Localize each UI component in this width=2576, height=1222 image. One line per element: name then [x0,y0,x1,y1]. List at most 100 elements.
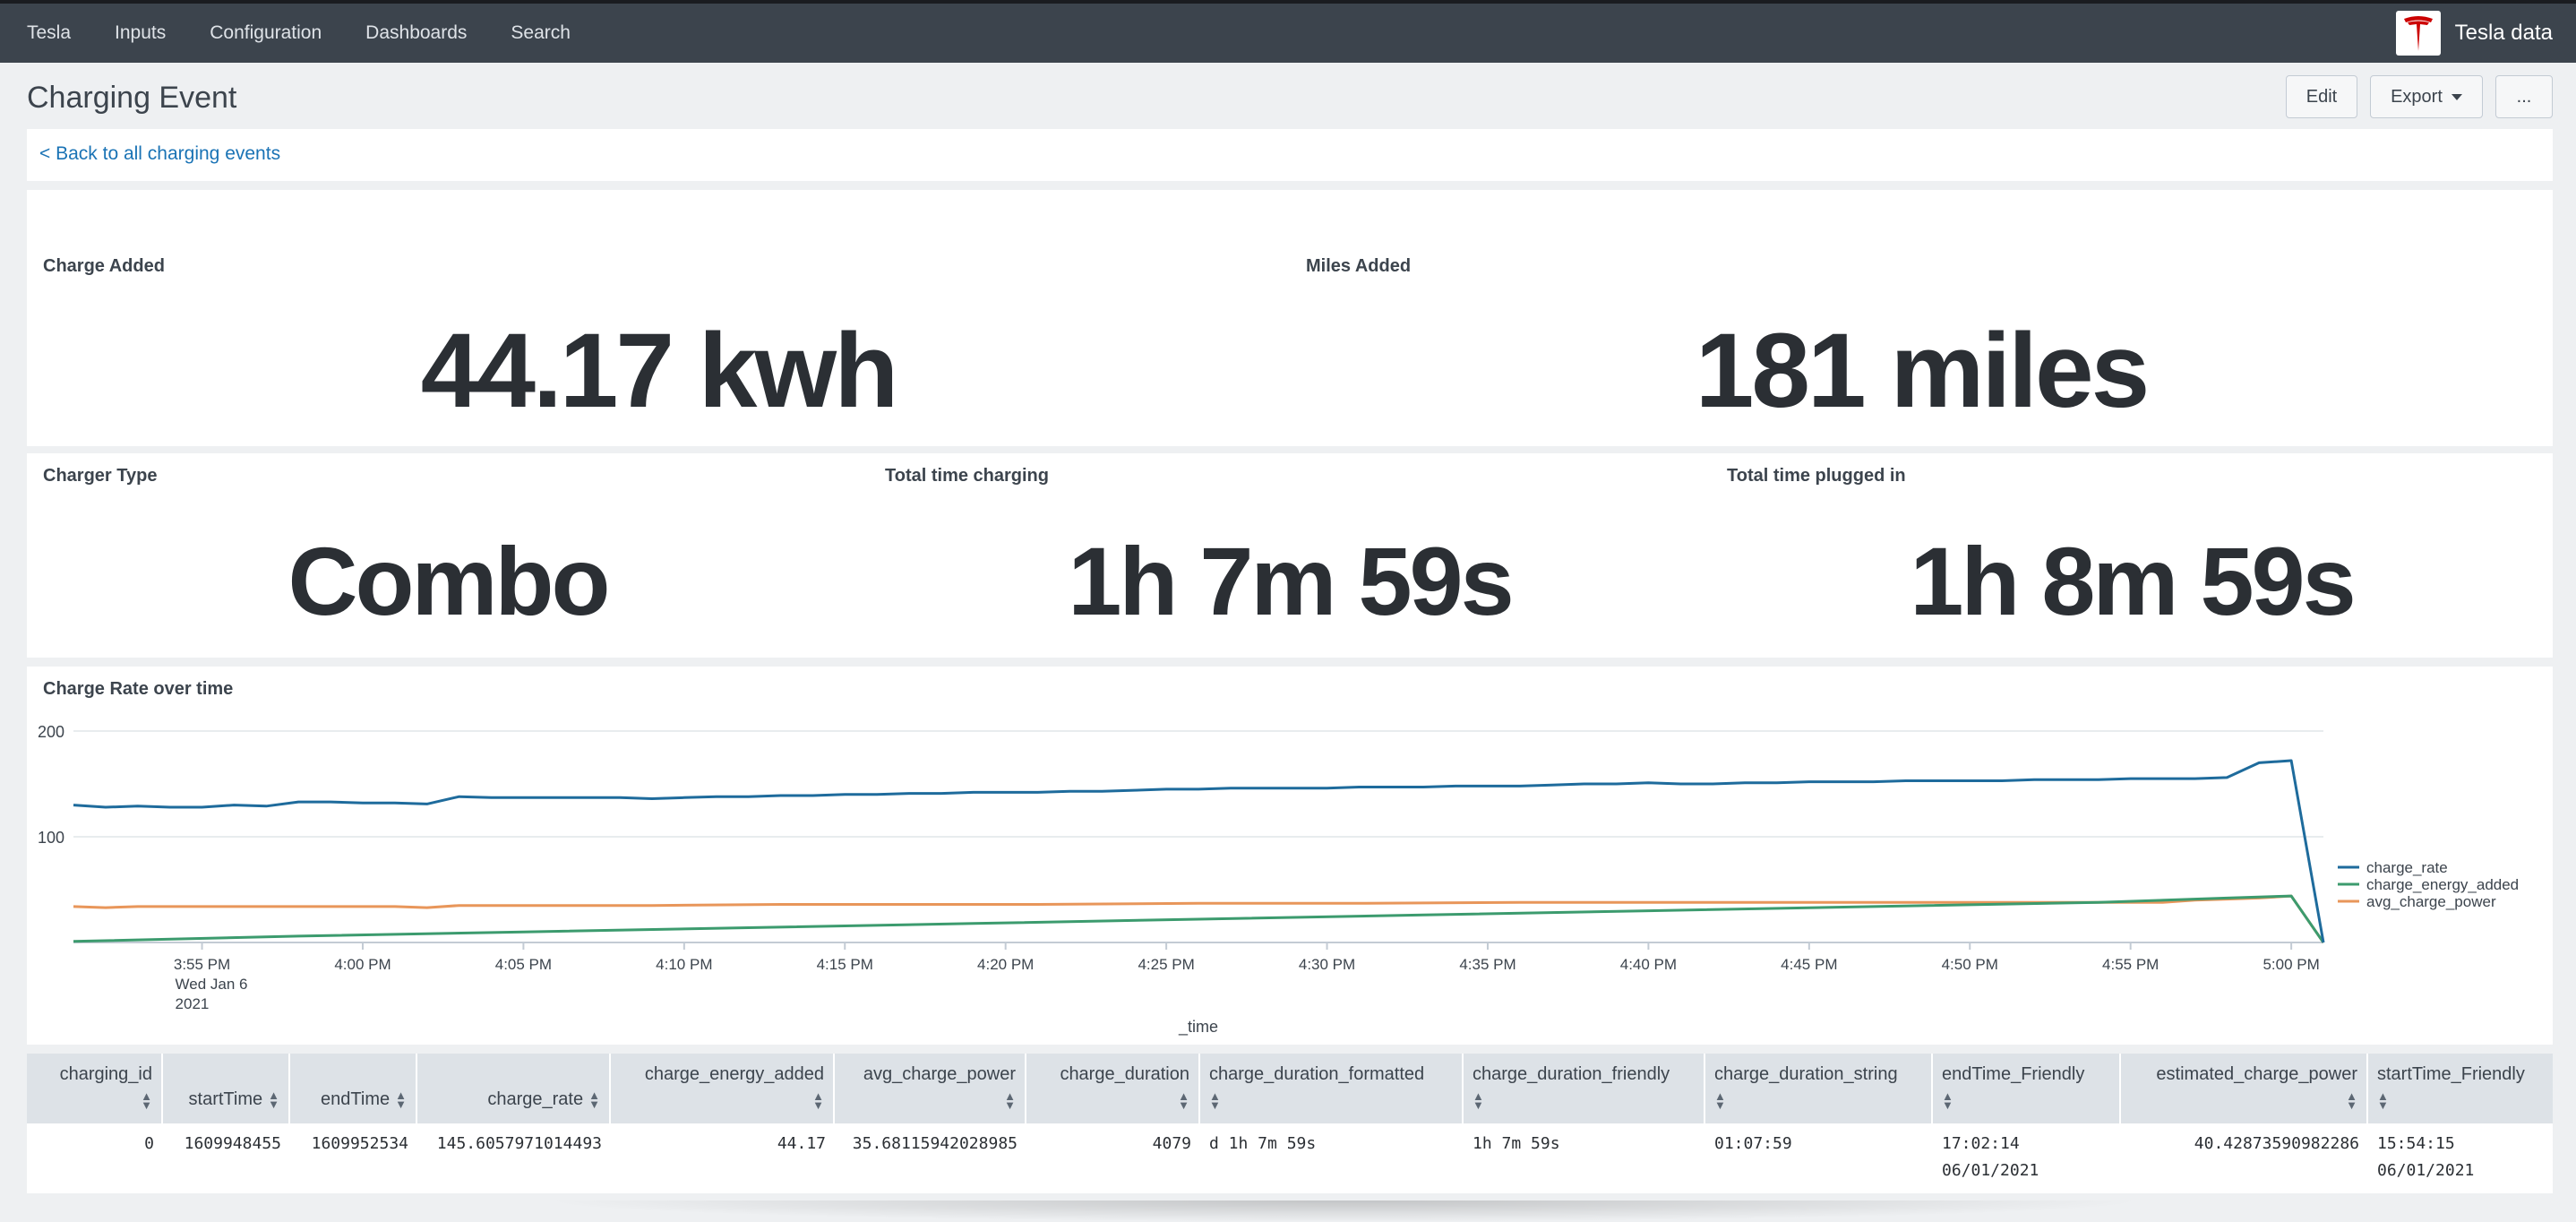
column-header-charging-id[interactable]: charging_id ▲ ▼ [27,1054,163,1123]
column-header-startTime[interactable]: startTime ▲ ▼ [163,1054,290,1123]
more-actions-button[interactable]: ... [2495,75,2553,118]
column-header-label: charge_energy_added [644,1064,824,1084]
app-brand-name: Tesla data [2454,21,2553,45]
column-header-label: startTime [188,1089,263,1109]
y-tick-label: 100 [38,829,64,847]
nav-item-configuration[interactable]: Configuration [210,22,322,44]
stat-charger-type: Charger Type Combo [27,453,869,658]
back-link-panel: < Back to all charging events [27,129,2553,181]
stat-charge-added: Charge Added 44.17 kwh [27,190,1290,446]
nav-item-search[interactable]: Search [511,22,571,44]
table-cell-charge-energy-added: 44.17 [777,1134,826,1153]
column-header-label: avg_charge_power [863,1064,1016,1084]
table-cell-endTime: 1609952534 [311,1134,408,1153]
stat-label: Charger Type [43,466,158,486]
table-row[interactable]: 0 1609948455 1609952534 145.6057971014493 44… [27,1123,2553,1192]
sort-icon[interactable]: ▲ ▼ [1714,1090,1726,1111]
x-tick-label: 4:00 PM [334,956,391,973]
x-tick-label: 4:40 PM [1620,956,1677,973]
page-title: Charging Event [27,81,237,115]
x-tick-label: 4:05 PM [495,956,552,973]
app-brand[interactable]: Tesla data [2395,11,2553,56]
sort-icon[interactable]: ▲ ▼ [1209,1090,1221,1111]
column-header-avg-charge-power[interactable]: avg_charge_power ▲ ▼ [835,1054,1026,1123]
x-tick-label: 4:20 PM [977,956,1034,973]
table-cell-endTime-Friendly: 17:02:14 06/01/2021 [1942,1134,2039,1180]
x-tick-label: 4:10 PM [656,956,712,973]
stat-miles-added: Miles Added 181 miles [1290,190,2553,446]
column-header-estimated-charge-power[interactable]: estimated_charge_power ▲ ▼ [2121,1054,2368,1123]
sort-icon[interactable]: ▲ ▼ [141,1090,152,1111]
sort-icon[interactable]: ▲ ▼ [1178,1090,1189,1111]
nav-item-inputs[interactable]: Inputs [115,22,166,44]
sort-icon[interactable]: ▲ ▼ [395,1089,407,1110]
x-axis-title: _time [1178,1018,1218,1037]
legend-label-charge-energy-added: charge_energy_added [2366,876,2519,893]
top-nav-bar: Tesla Inputs Configuration Dashboards Se… [0,0,2576,63]
export-button[interactable]: Export [2370,75,2483,118]
column-header-charge-duration-string[interactable]: charge_duration_string ▲ ▼ [1705,1054,1933,1123]
column-header-charge-energy-added[interactable]: charge_energy_added ▲ ▼ [611,1054,835,1123]
column-header-label: charge_duration_friendly [1473,1064,1670,1084]
column-header-charge-duration[interactable]: charge_duration ▲ ▼ [1026,1054,1200,1123]
sort-icon[interactable]: ▲ ▼ [1004,1090,1016,1111]
table-cell-charge-duration-string: 01:07:59 [1714,1134,1792,1153]
column-header-label: charge_duration_formatted [1209,1064,1425,1084]
sort-icon[interactable]: ▲ ▼ [1942,1090,1953,1111]
column-header-label: charge_duration [1060,1064,1189,1084]
column-header-endTime-Friendly[interactable]: endTime_Friendly ▲ ▼ [1933,1054,2121,1123]
stat-value: 1h 8m 59s [1910,527,2356,635]
back-to-charging-events-link[interactable]: < Back to all charging events [39,143,280,165]
x-tick-label: 4:15 PM [817,956,873,973]
sort-icon[interactable]: ▲ ▼ [2377,1090,2389,1111]
table-cell-startTime: 1609948455 [184,1134,281,1153]
charging-event-table: charging_id ▲ ▼ startTime ▲ ▼ endTime ▲ ▼ charge_… [27,1054,2553,1192]
column-header-charge-rate[interactable]: charge_rate ▲ ▼ [417,1054,611,1123]
more-actions-label: ... [2516,86,2532,107]
table-cell-estimated-charge-power: 40.42873590982286 [2194,1134,2359,1153]
sort-icon[interactable]: ▲ ▼ [2346,1090,2357,1111]
table-cell-charge-duration: 4079 [1152,1134,1191,1153]
export-button-label: Export [2391,86,2443,107]
table-cell-charge-duration-formatted: d 1h 7m 59s [1209,1134,1317,1153]
edit-button[interactable]: Edit [2286,75,2357,118]
sort-icon[interactable]: ▲ ▼ [812,1090,824,1111]
column-header-startTime-Friendly[interactable]: startTime_Friendly ▲ ▼ [2368,1054,2553,1123]
column-header-label: startTime_Friendly [2377,1064,2525,1084]
sort-icon[interactable]: ▲ ▼ [1473,1090,1484,1111]
table-header-row: charging_id ▲ ▼ startTime ▲ ▼ endTime ▲ ▼ charge_… [27,1054,2553,1123]
column-header-label: estimated_charge_power [2156,1064,2357,1084]
sort-icon[interactable]: ▲ ▼ [588,1089,600,1110]
column-header-endTime[interactable]: endTime ▲ ▼ [290,1054,417,1123]
x-tick-label: 4:30 PM [1299,956,1355,973]
x-tick-sublabel: Wed Jan 6 [176,976,248,993]
stats-row-1: Charge Added 44.17 kwh Miles Added 181 m… [27,190,2553,446]
table-body: 0 1609948455 1609952534 145.6057971014493 44… [27,1123,2553,1192]
stats-row-2: Charger Type Combo Total time charging 1… [27,453,2553,658]
y-tick-label: 200 [38,723,64,741]
sort-icon[interactable]: ▲ ▼ [268,1089,279,1110]
column-header-label: charge_rate [487,1089,584,1109]
stat-label: Total time plugged in [1727,466,1906,486]
x-tick-label: 4:45 PM [1781,956,1837,973]
stat-label: Charge Added [43,256,165,276]
x-tick-label: 4:35 PM [1459,956,1516,973]
tesla-logo-icon [2395,11,2441,56]
edit-button-label: Edit [2306,86,2338,107]
x-tick-label: 4:55 PM [2102,956,2159,973]
charge-rate-line-chart[interactable]: 100 200 3:55 PM Wed Jan 6 2021 4:00 PM 4:05 PM… [27,667,2553,1045]
column-header-label: charging_id [59,1064,152,1084]
stat-value: 44.17 kwh [420,312,899,430]
column-header-charge-duration-friendly[interactable]: charge_duration_friendly ▲ ▼ [1464,1054,1705,1123]
legend-label-avg-charge-power: avg_charge_power [2366,893,2496,910]
charging-event-table-panel: charging_id ▲ ▼ startTime ▲ ▼ endTime ▲ ▼ charge_… [27,1054,2553,1193]
nav-item-dashboards[interactable]: Dashboards [365,22,467,44]
nav-item-tesla[interactable]: Tesla [27,22,71,44]
table-cell-avg-charge-power: 35.68115942028985 [852,1134,1018,1153]
stat-label: Total time charging [885,466,1049,486]
x-tick-label: 4:25 PM [1138,956,1194,973]
column-header-charge-duration-formatted[interactable]: charge_duration_formatted ▲ ▼ [1200,1054,1464,1123]
column-header-label: charge_duration_string [1714,1064,1898,1084]
stat-value: 181 miles [1695,312,2150,430]
stat-total-time-charging: Total time charging 1h 7m 59s [869,453,1711,658]
